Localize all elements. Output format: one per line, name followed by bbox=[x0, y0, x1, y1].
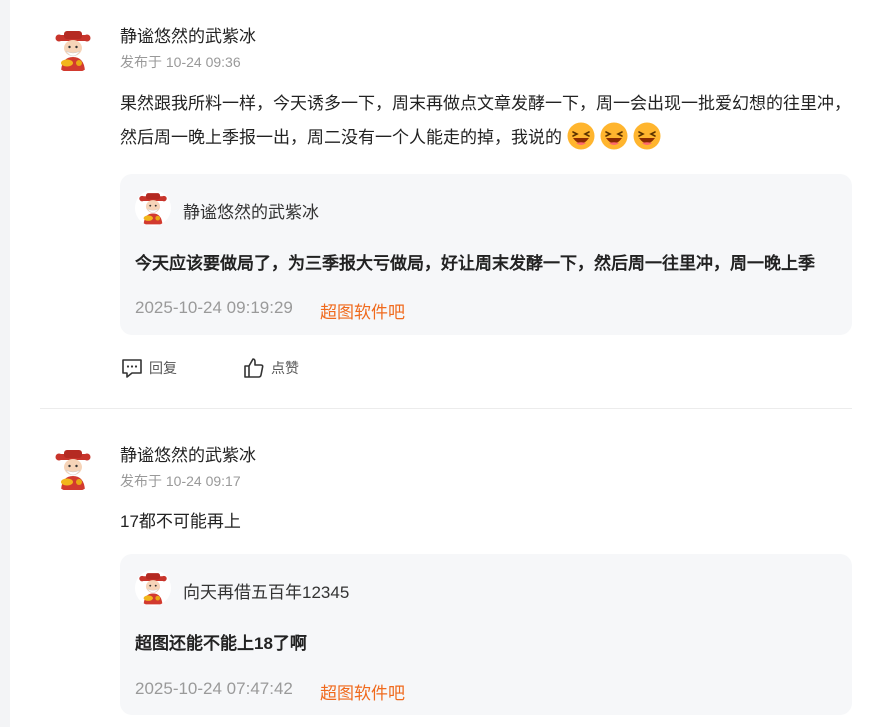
god-of-wealth-avatar-icon bbox=[50, 27, 96, 73]
avatar[interactable] bbox=[50, 27, 96, 73]
comment-author[interactable]: 静谧悠然的武紫冰 bbox=[120, 22, 256, 47]
quote-source-link[interactable]: 超图软件吧 bbox=[320, 679, 405, 704]
reply-label: 回复 bbox=[149, 360, 177, 376]
god-of-wealth-avatar-icon bbox=[135, 570, 171, 606]
like-button[interactable]: 点赞 bbox=[242, 356, 299, 380]
quoted-comment[interactable]: 静谧悠然的武紫冰 今天应该要做局了，为三季报大亏做局，好让周末发酵一下，然后周一… bbox=[120, 174, 852, 335]
divider bbox=[40, 408, 852, 409]
like-label: 点赞 bbox=[271, 360, 299, 376]
quote-time: 2025-10-24 09:19:29 bbox=[135, 298, 293, 317]
comment-text: 果然跟我所料一样，今天诱多一下，周末再做点文章发酵一下，周一会出现一批爱幻想的往… bbox=[120, 94, 851, 147]
reply-button[interactable]: 回复 bbox=[120, 356, 177, 380]
quote-text: 今天应该要做局了，为三季报大亏做局，好让周末发酵一下，然后周一往里冲，周一晚上季 bbox=[135, 254, 815, 273]
laughing-emoji-icon bbox=[633, 122, 661, 150]
comment-text: 17都不可能再上 bbox=[120, 512, 241, 531]
left-edge-strip bbox=[0, 0, 10, 727]
laughing-emoji-icon bbox=[567, 122, 595, 150]
quote-time: 2025-10-24 07:47:42 bbox=[135, 679, 293, 698]
comment-time: 发布于 10-24 09:17 bbox=[120, 473, 241, 489]
comment-icon bbox=[122, 359, 142, 378]
quoted-comment[interactable]: 向天再借五百年12345 超图还能不能上18了啊 2025-10-24 07:4… bbox=[120, 554, 852, 715]
comment-content: 果然跟我所料一样，今天诱多一下，周末再做点文章发酵一下，周一会出现一批爱幻想的往… bbox=[120, 87, 860, 155]
quote-avatar[interactable] bbox=[135, 570, 171, 606]
god-of-wealth-avatar-icon bbox=[50, 446, 96, 492]
quote-text: 超图还能不能上18了啊 bbox=[135, 634, 307, 653]
comment-content: 17都不可能再上 bbox=[120, 505, 860, 539]
thumbs-up-icon bbox=[244, 358, 264, 378]
quote-author[interactable]: 向天再借五百年12345 bbox=[183, 578, 349, 603]
quote-avatar[interactable] bbox=[135, 190, 171, 226]
quote-source-link[interactable]: 超图软件吧 bbox=[320, 298, 405, 323]
laughing-emoji-icon bbox=[600, 122, 628, 150]
comment-time: 发布于 10-24 09:36 bbox=[120, 54, 241, 70]
quote-author[interactable]: 静谧悠然的武紫冰 bbox=[183, 198, 319, 223]
avatar[interactable] bbox=[50, 446, 96, 492]
god-of-wealth-avatar-icon bbox=[135, 190, 171, 226]
comment-author[interactable]: 静谧悠然的武紫冰 bbox=[120, 441, 256, 466]
